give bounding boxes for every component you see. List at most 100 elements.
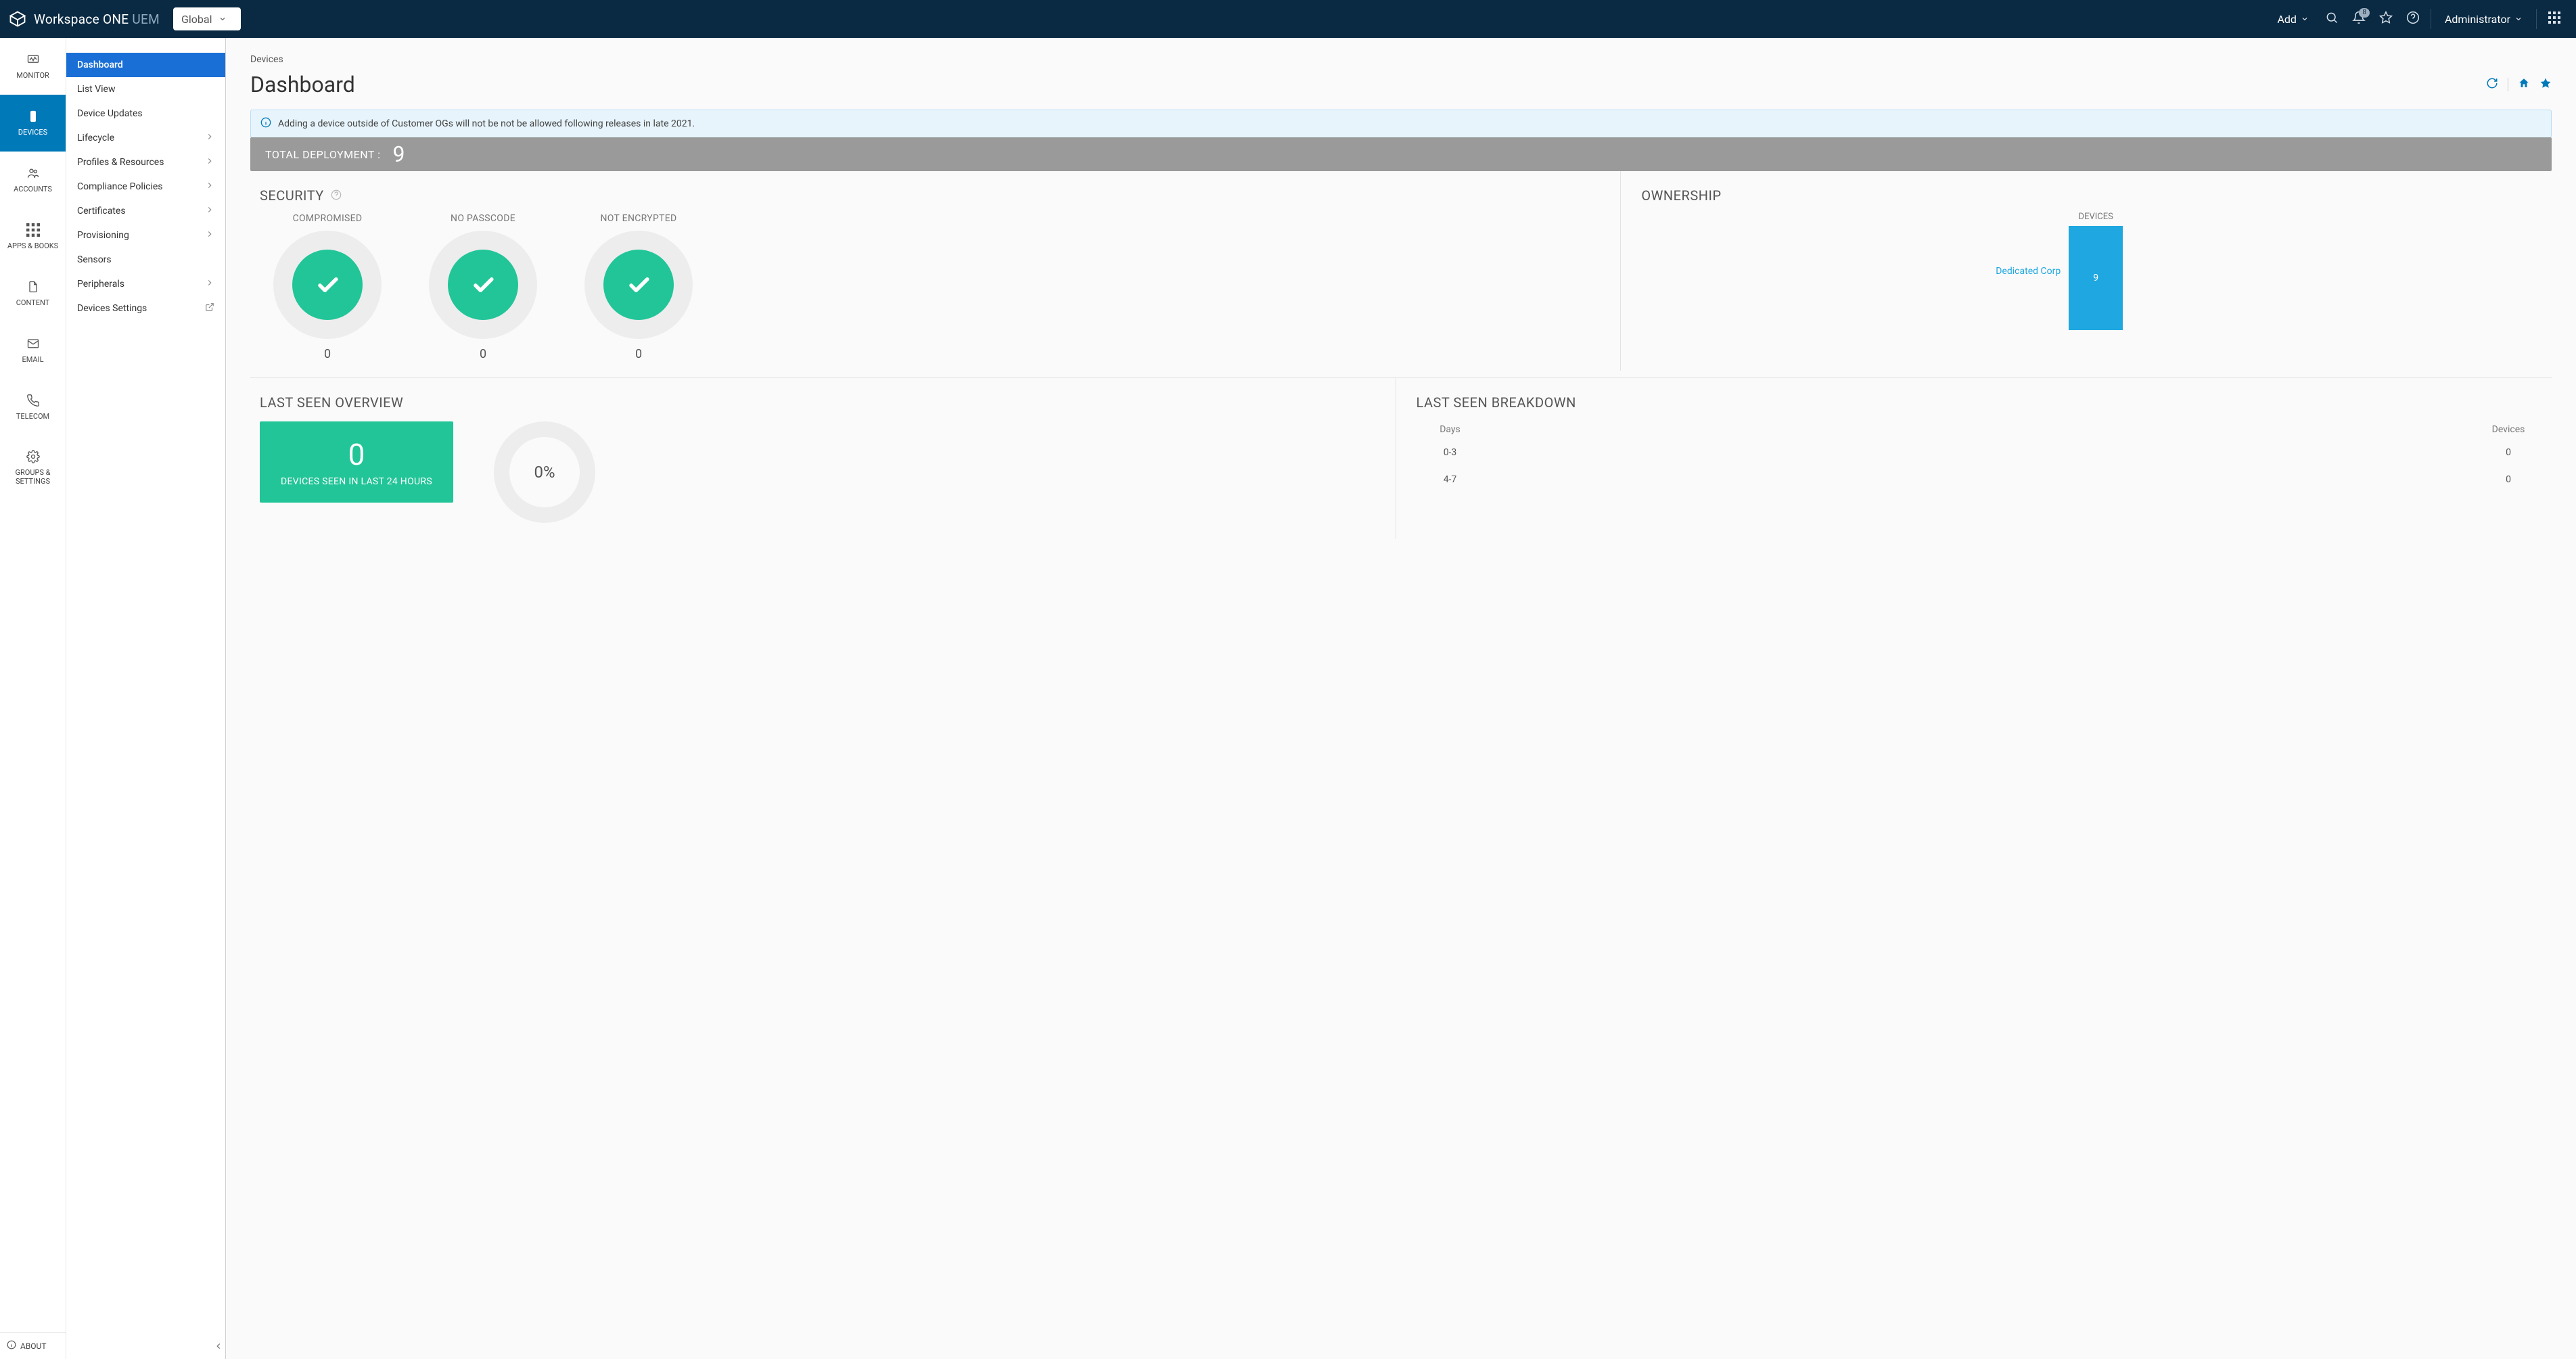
- chevron-down-icon: [2514, 13, 2523, 26]
- nav-groups-settings[interactable]: GROUPS & SETTINGS: [0, 436, 66, 499]
- chevron-right-icon: [205, 156, 214, 168]
- lsb-range: 0-3: [1417, 447, 1484, 458]
- lso-donut: 0%: [494, 421, 595, 523]
- ownership-category-label: Dedicated Corp: [1996, 266, 2061, 277]
- ownership-bar: 9: [2069, 226, 2123, 330]
- subnav-item-provisioning[interactable]: Provisioning: [66, 223, 225, 248]
- star-icon: [2539, 77, 2552, 92]
- brand: Workspace ONE UEM: [8, 9, 160, 28]
- gear-icon: [26, 449, 41, 464]
- nav-label: GROUPS & SETTINGS: [0, 468, 66, 486]
- content-icon: [26, 279, 41, 294]
- og-selector[interactable]: Global: [173, 7, 241, 30]
- subnav-item-dashboard[interactable]: Dashboard: [66, 53, 225, 77]
- refresh-button[interactable]: [2486, 77, 2498, 92]
- chevron-down-icon: [2301, 13, 2309, 26]
- lsb-col-devices-header: Devices: [2475, 420, 2542, 439]
- nav-telecom[interactable]: TELECOM: [0, 379, 66, 436]
- deployment-value: 9: [392, 141, 405, 167]
- subnav-item-certificates[interactable]: Certificates: [66, 199, 225, 223]
- search-icon: [2325, 11, 2339, 27]
- add-menu[interactable]: Add: [2268, 13, 2318, 26]
- security-donut: [584, 231, 693, 339]
- topbar: Workspace ONE UEM Global Add 8 Administr…: [0, 0, 2576, 38]
- check-icon: [292, 250, 363, 320]
- chevron-right-icon: [205, 278, 214, 290]
- telecom-icon: [26, 393, 41, 408]
- security-card-count: 0: [571, 347, 706, 361]
- breadcrumb: Devices: [250, 54, 2552, 65]
- search-button[interactable]: [2318, 5, 2345, 32]
- accounts-icon: [26, 166, 41, 181]
- lso-title: LAST SEEN OVERVIEW: [260, 394, 403, 411]
- chevron-right-icon: [205, 181, 214, 193]
- security-donut: [429, 231, 537, 339]
- nav-label: TELECOM: [16, 412, 49, 421]
- page-actions: [2486, 77, 2552, 92]
- ownership-title: OWNERSHIP: [1641, 187, 1721, 204]
- chevron-down-icon: [218, 13, 227, 26]
- subnav-item-label: Dashboard: [77, 60, 123, 70]
- subnav-item-label: Peripherals: [77, 279, 124, 290]
- about-label: ABOUT: [20, 1341, 47, 1351]
- about-link[interactable]: ABOUT: [7, 1340, 47, 1352]
- nav-accounts[interactable]: ACCOUNTS: [0, 152, 66, 208]
- notifications-button[interactable]: 8: [2345, 5, 2372, 32]
- subnav-item-label: Provisioning: [77, 230, 129, 241]
- lsb-title: LAST SEEN BREAKDOWN: [1417, 394, 1576, 411]
- help-icon[interactable]: [331, 187, 342, 204]
- external-link-icon: [205, 302, 214, 315]
- lsb-devices: 0: [2475, 447, 2542, 458]
- subnav-item-lifecycle[interactable]: Lifecycle: [66, 126, 225, 150]
- subnav-item-label: List View: [77, 84, 116, 95]
- subnav-item-peripherals[interactable]: Peripherals: [66, 272, 225, 296]
- lsb-row: 0-3 0: [1417, 439, 2543, 466]
- main-content: Devices Dashboard Adding a device outsid…: [226, 38, 2576, 1359]
- subnav-item-profiles-resources[interactable]: Profiles & Resources: [66, 150, 225, 175]
- apps-grid-button[interactable]: [2541, 11, 2568, 26]
- home-button[interactable]: [2518, 77, 2530, 92]
- security-donut: [273, 231, 382, 339]
- brand-text: Workspace ONE UEM: [34, 11, 160, 27]
- add-menu-label: Add: [2277, 13, 2296, 26]
- nav-content[interactable]: CONTENT: [0, 265, 66, 322]
- subnav-item-compliance-policies[interactable]: Compliance Policies: [66, 175, 225, 199]
- subnav-item-list-view[interactable]: List View: [66, 77, 225, 101]
- apps-icon: [26, 223, 41, 237]
- primary-nav: MONITOR DEVICES ACCOUNTS APPS & BOOKS CO…: [0, 38, 66, 1359]
- lsb-row: 4-70: [1417, 466, 2543, 493]
- nav-label: CONTENT: [16, 298, 50, 307]
- rail-footer: ABOUT: [0, 1332, 66, 1359]
- collapse-subnav-button[interactable]: [214, 1341, 223, 1354]
- subnav-item-label: Devices Settings: [77, 303, 147, 314]
- security-card-count: 0: [415, 347, 551, 361]
- secondary-nav: Dashboard List View Device Updates Lifecycl…: [66, 38, 226, 1359]
- brand-logo-icon: [8, 9, 27, 28]
- subnav-item-device-updates[interactable]: Device Updates: [66, 101, 225, 126]
- help-button[interactable]: [2399, 5, 2426, 32]
- user-menu[interactable]: Administrator: [2435, 13, 2532, 26]
- last-seen-overview-panel: LAST SEEN OVERVIEW 0 DEVICES SEEN IN LAS…: [250, 378, 1396, 539]
- home-icon: [2518, 77, 2530, 92]
- subnav-item-label: Lifecycle: [77, 133, 114, 143]
- subnav-item-devices-settings[interactable]: Devices Settings: [66, 296, 225, 321]
- nav-apps-books[interactable]: APPS & BOOKS: [0, 208, 66, 265]
- chevron-right-icon: [205, 132, 214, 144]
- favorite-button[interactable]: [2539, 77, 2552, 92]
- last-seen-breakdown-panel: LAST SEEN BREAKDOWN Days Devices 0-304-7…: [1396, 378, 2552, 539]
- favorites-button[interactable]: [2372, 5, 2399, 32]
- subnav-item-sensors[interactable]: Sensors: [66, 248, 225, 272]
- nav-devices[interactable]: DEVICES: [0, 95, 66, 152]
- security-panel: SECURITY COMPROMISED0NO PASSCODE0NOT ENC…: [250, 171, 1621, 371]
- subnav-item-label: Device Updates: [77, 108, 143, 119]
- nav-monitor[interactable]: MONITOR: [0, 38, 66, 95]
- topbar-icons: 8 Administrator: [2318, 5, 2568, 32]
- security-card-label: NOT ENCRYPTED: [571, 213, 706, 224]
- chevron-right-icon: [205, 229, 214, 241]
- devices-icon: [26, 109, 41, 124]
- ownership-chart: Dedicated Corp DEVICES 9: [1641, 212, 2542, 330]
- topbar-divider: [2536, 9, 2537, 29]
- security-card: NO PASSCODE0: [415, 213, 551, 361]
- user-menu-label: Administrator: [2445, 13, 2510, 26]
- nav-email[interactable]: EMAIL: [0, 322, 66, 379]
